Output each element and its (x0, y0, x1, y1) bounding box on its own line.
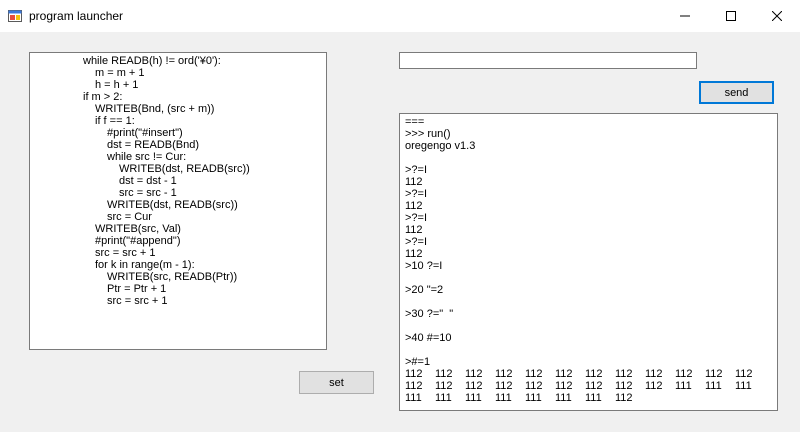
output-number-cell: 112 (495, 380, 513, 392)
output-line: >?=I (405, 188, 428, 200)
code-line: WRITEB(Bnd, (src + m)) (95, 103, 215, 115)
app-window-icon[interactable] (8, 9, 22, 23)
output-line: === (405, 116, 425, 128)
output-console[interactable]: === >>> run() oregengo v1.3 >?=I 112 >?=I 112 >… (399, 113, 778, 411)
code-line: src = src - 1 (119, 187, 177, 199)
code-line: m = m + 1 (95, 67, 145, 79)
output-line: >?=I (405, 236, 428, 248)
output-line: >?=I (405, 164, 428, 176)
code-line: WRITEB(src, Val) (95, 223, 181, 235)
output-number-cell: 111 (555, 392, 572, 404)
code-line: Ptr = Ptr + 1 (107, 283, 167, 295)
output-number-cell: 111 (585, 392, 602, 404)
close-icon (772, 11, 782, 21)
output-number-cell: 111 (675, 380, 692, 392)
output-number-cell: 112 (615, 380, 633, 392)
code-line: #print("#append") (95, 235, 181, 247)
output-number-cell: 112 (735, 368, 753, 380)
window-title: program launcher (29, 9, 124, 23)
code-line: dst = READB(Bnd) (107, 139, 200, 151)
output-number-cell: 111 (705, 380, 722, 392)
output-line: 112 (405, 176, 423, 188)
code-line: WRITEB(dst, READB(src)) (119, 163, 250, 175)
code-line: h = h + 1 (95, 79, 139, 91)
output-number-cell: 112 (465, 368, 483, 380)
code-line: if m > 2: (83, 91, 123, 103)
code-line: WRITEB(dst, READB(src)) (107, 199, 238, 211)
output-line: >20 "=2 (405, 284, 444, 296)
send-button[interactable]: send (699, 81, 774, 104)
output-number-cell: 111 (525, 392, 542, 404)
output-number-cell: 112 (525, 368, 543, 380)
output-number-cell: 111 (435, 392, 452, 404)
code-line: for k in range(m - 1): (95, 259, 195, 271)
code-line: src = src + 1 (95, 247, 156, 259)
output-number-cell: 112 (525, 380, 543, 392)
output-line: >>> run() (405, 128, 451, 140)
code-line: while src != Cur: (107, 151, 187, 163)
output-line: >30 ?=" " (405, 308, 454, 320)
output-line: >#=1 (405, 356, 431, 368)
code-editor[interactable]: while READB(h) != ord('¥0'): m = m + 1h =… (29, 52, 327, 350)
output-number-cell: 112 (465, 380, 483, 392)
maximize-button[interactable] (708, 0, 754, 32)
output-number-cell: 111 (495, 392, 512, 404)
code-line: src = src + 1 (107, 295, 168, 307)
code-line: while READB(h) != ord('¥0'): (83, 55, 221, 67)
maximize-icon (726, 11, 736, 21)
code-line: WRITEB(src, READB(Ptr)) (107, 271, 238, 283)
output-number-cell: 112 (645, 368, 663, 380)
output-number-cell: 112 (615, 392, 633, 404)
code-line: if f == 1: (95, 115, 135, 127)
code-line: src = Cur (107, 211, 152, 223)
output-number-cell: 112 (585, 368, 603, 380)
output-number-cell: 111 (465, 392, 482, 404)
output-line: >?=I (405, 212, 428, 224)
output-line: 112 (405, 248, 423, 260)
output-number-cell: 112 (645, 380, 663, 392)
output-number-cell: 112 (705, 368, 723, 380)
output-line: >40 #=10 (405, 332, 452, 344)
close-button[interactable] (754, 0, 800, 32)
output-number-cell: 112 (405, 380, 423, 392)
output-line: 112 (405, 200, 423, 212)
output-number-cell: 112 (585, 380, 603, 392)
command-input[interactable] (399, 52, 697, 69)
output-line: 112 (405, 224, 423, 236)
code-line: #print("#insert") (107, 127, 183, 139)
output-number-cell: 112 (435, 380, 453, 392)
output-number-cell: 112 (495, 368, 513, 380)
output-line: oregengo v1.3 (405, 140, 476, 152)
code-line: dst = dst - 1 (119, 175, 177, 187)
output-number-cell: 112 (435, 368, 453, 380)
output-number-cell: 112 (675, 368, 693, 380)
output-number-cell: 111 (405, 392, 422, 404)
output-number-cell: 111 (735, 380, 752, 392)
output-number-cell: 112 (555, 380, 573, 392)
output-number-cell: 112 (405, 368, 423, 380)
title-bar: program launcher (0, 0, 800, 32)
set-button[interactable]: set (299, 371, 374, 394)
minimize-icon (680, 15, 690, 17)
minimize-button[interactable] (662, 0, 708, 32)
output-number-cell: 112 (555, 368, 573, 380)
output-number-cell: 112 (615, 368, 633, 380)
output-line: >10 ?=I (405, 260, 443, 272)
